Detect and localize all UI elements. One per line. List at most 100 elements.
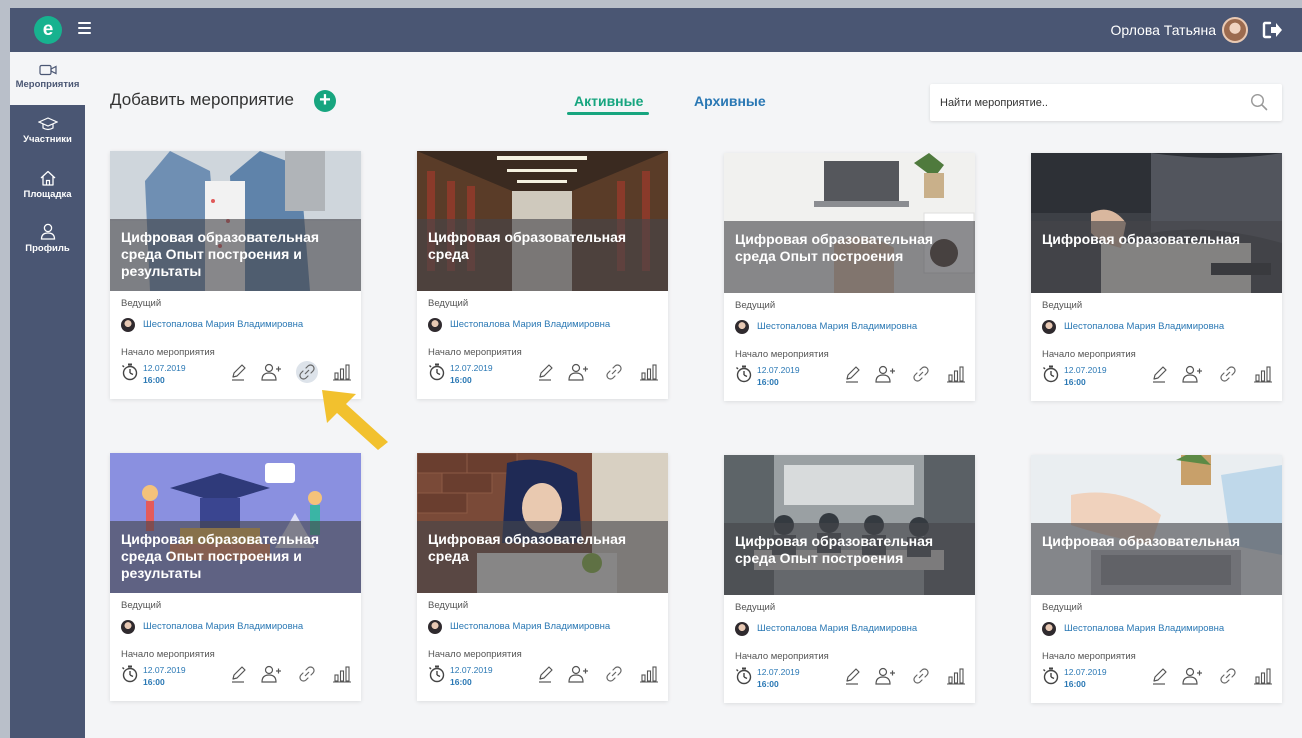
link-icon bbox=[913, 366, 929, 382]
event-date: 12.07.2019 bbox=[1064, 365, 1107, 375]
sidebar-item-events[interactable]: Мероприятия bbox=[10, 52, 85, 105]
event-card[interactable]: Цифровая образовательная Ведущий Шестопало… bbox=[1031, 153, 1282, 401]
statistics-button[interactable] bbox=[945, 665, 967, 687]
event-title[interactable]: Цифровая образовательная среда bbox=[428, 229, 658, 263]
add-participant-button[interactable] bbox=[260, 663, 282, 685]
edit-button[interactable] bbox=[227, 663, 249, 685]
edit-button[interactable] bbox=[227, 361, 249, 383]
event-date: 12.07.2019 bbox=[450, 665, 493, 675]
add-participant-button[interactable] bbox=[874, 665, 896, 687]
statistics-button[interactable] bbox=[945, 363, 967, 385]
add-participant-button[interactable] bbox=[567, 361, 589, 383]
statistics-button[interactable] bbox=[1252, 665, 1274, 687]
event-datetime: 12.07.2019 16:00 bbox=[1064, 666, 1107, 690]
edit-icon bbox=[1153, 366, 1167, 383]
edit-button[interactable] bbox=[841, 665, 863, 687]
add-event-label[interactable]: Добавить мероприятие bbox=[110, 90, 294, 110]
sidebar-item-profile[interactable]: Профиль bbox=[10, 211, 85, 264]
link-icon bbox=[1220, 668, 1236, 684]
copy-link-button[interactable] bbox=[296, 663, 318, 685]
event-card[interactable]: Цифровая образовательная среда Опыт пост… bbox=[724, 153, 975, 401]
edit-button[interactable] bbox=[534, 663, 556, 685]
event-title[interactable]: Цифровая образовательная среда Опыт пост… bbox=[735, 231, 965, 265]
event-title[interactable]: Цифровая образовательная среда Опыт пост… bbox=[735, 533, 965, 567]
user-avatar[interactable] bbox=[1222, 17, 1248, 43]
start-label: Начало мероприятия bbox=[428, 649, 522, 660]
start-label: Начало мероприятия bbox=[121, 347, 215, 358]
user-name[interactable]: Орлова Татьяна bbox=[1111, 22, 1216, 38]
event-datetime: 12.07.2019 16:00 bbox=[757, 666, 800, 690]
host-avatar bbox=[121, 620, 135, 634]
host-name[interactable]: Шестопалова Мария Владимировна bbox=[1064, 623, 1224, 634]
event-title[interactable]: Цифровая образовательная bbox=[1042, 533, 1272, 550]
edit-button[interactable] bbox=[534, 361, 556, 383]
event-card[interactable]: Цифровая образовательная Ведущий Шестопало… bbox=[1031, 455, 1282, 703]
statistics-button[interactable] bbox=[331, 361, 353, 383]
edit-icon bbox=[846, 668, 860, 685]
tab-active[interactable]: Активные bbox=[574, 93, 643, 109]
copy-link-button[interactable] bbox=[910, 363, 932, 385]
host-name[interactable]: Шестопалова Мария Владимировна bbox=[450, 319, 610, 330]
host-name[interactable]: Шестопалова Мария Владимировна bbox=[757, 623, 917, 634]
sidebar-item-participants[interactable]: Участники bbox=[10, 105, 85, 158]
add-participant-button[interactable] bbox=[874, 363, 896, 385]
person-icon bbox=[40, 223, 55, 240]
add-participant-icon bbox=[1182, 365, 1202, 383]
add-participant-button[interactable] bbox=[1181, 363, 1203, 385]
host-name[interactable]: Шестопалова Мария Владимировна bbox=[1064, 321, 1224, 332]
statistics-button[interactable] bbox=[638, 663, 660, 685]
copy-link-button[interactable] bbox=[910, 665, 932, 687]
add-participant-icon bbox=[1182, 667, 1202, 685]
add-event-button[interactable]: + bbox=[314, 90, 336, 112]
edit-button[interactable] bbox=[841, 363, 863, 385]
event-date: 12.07.2019 bbox=[1064, 667, 1107, 677]
event-card[interactable]: Цифровая образовательная среда Опыт пост… bbox=[724, 455, 975, 703]
add-participant-button[interactable] bbox=[567, 663, 589, 685]
add-participant-icon bbox=[261, 363, 281, 381]
event-title[interactable]: Цифровая образовательная bbox=[1042, 231, 1272, 248]
event-card[interactable]: Цифровая образовательная среда Опыт пост… bbox=[110, 453, 361, 701]
event-title[interactable]: Цифровая образовательная среда Опыт пост… bbox=[121, 531, 351, 582]
statistics-button[interactable] bbox=[638, 361, 660, 383]
copy-link-button[interactable] bbox=[1217, 363, 1239, 385]
copy-link-button[interactable] bbox=[603, 361, 625, 383]
add-participant-button[interactable] bbox=[260, 361, 282, 383]
event-time: 16:00 bbox=[1064, 679, 1086, 689]
edit-button[interactable] bbox=[1148, 363, 1170, 385]
edit-button[interactable] bbox=[1148, 665, 1170, 687]
search-icon[interactable] bbox=[1250, 93, 1268, 111]
search-box bbox=[930, 84, 1282, 121]
host-avatar bbox=[735, 320, 749, 334]
stats-icon bbox=[333, 364, 351, 381]
sidebar-item-venue[interactable]: Площадка bbox=[10, 158, 85, 211]
copy-link-button[interactable] bbox=[296, 361, 318, 383]
event-title[interactable]: Цифровая образовательная среда Опыт пост… bbox=[121, 229, 351, 280]
host-name[interactable]: Шестопалова Мария Владимировна bbox=[757, 321, 917, 332]
host-name[interactable]: Шестопалова Мария Владимировна bbox=[450, 621, 610, 632]
link-icon bbox=[913, 668, 929, 684]
copy-link-button[interactable] bbox=[1217, 665, 1239, 687]
search-input[interactable] bbox=[940, 84, 1230, 121]
menu-icon[interactable] bbox=[78, 22, 91, 34]
event-datetime: 12.07.2019 16:00 bbox=[1064, 364, 1107, 388]
statistics-button[interactable] bbox=[331, 663, 353, 685]
copy-link-button[interactable] bbox=[603, 663, 625, 685]
timer-icon bbox=[122, 363, 138, 381]
add-participant-button[interactable] bbox=[1181, 665, 1203, 687]
event-card[interactable]: Цифровая образовательная среда Опыт пост… bbox=[110, 151, 361, 399]
host-name[interactable]: Шестопалова Мария Владимировна bbox=[143, 621, 303, 632]
logo[interactable]: e bbox=[34, 16, 62, 44]
host-name[interactable]: Шестопалова Мария Владимировна bbox=[143, 319, 303, 330]
add-participant-icon bbox=[261, 665, 281, 683]
event-datetime: 12.07.2019 16:00 bbox=[450, 664, 493, 688]
logout-icon[interactable] bbox=[1262, 21, 1282, 39]
event-time: 16:00 bbox=[1064, 377, 1086, 387]
event-title[interactable]: Цифровая образовательная среда bbox=[428, 531, 658, 565]
event-card[interactable]: Цифровая образовательная среда Ведущий Шес… bbox=[417, 453, 668, 701]
tab-archive[interactable]: Архивные bbox=[694, 93, 766, 109]
host-label: Ведущий bbox=[428, 298, 469, 309]
statistics-button[interactable] bbox=[1252, 363, 1274, 385]
event-card[interactable]: Цифровая образовательная среда Ведущий Шес… bbox=[417, 151, 668, 399]
add-participant-icon bbox=[568, 363, 588, 381]
stats-icon bbox=[1254, 366, 1272, 383]
